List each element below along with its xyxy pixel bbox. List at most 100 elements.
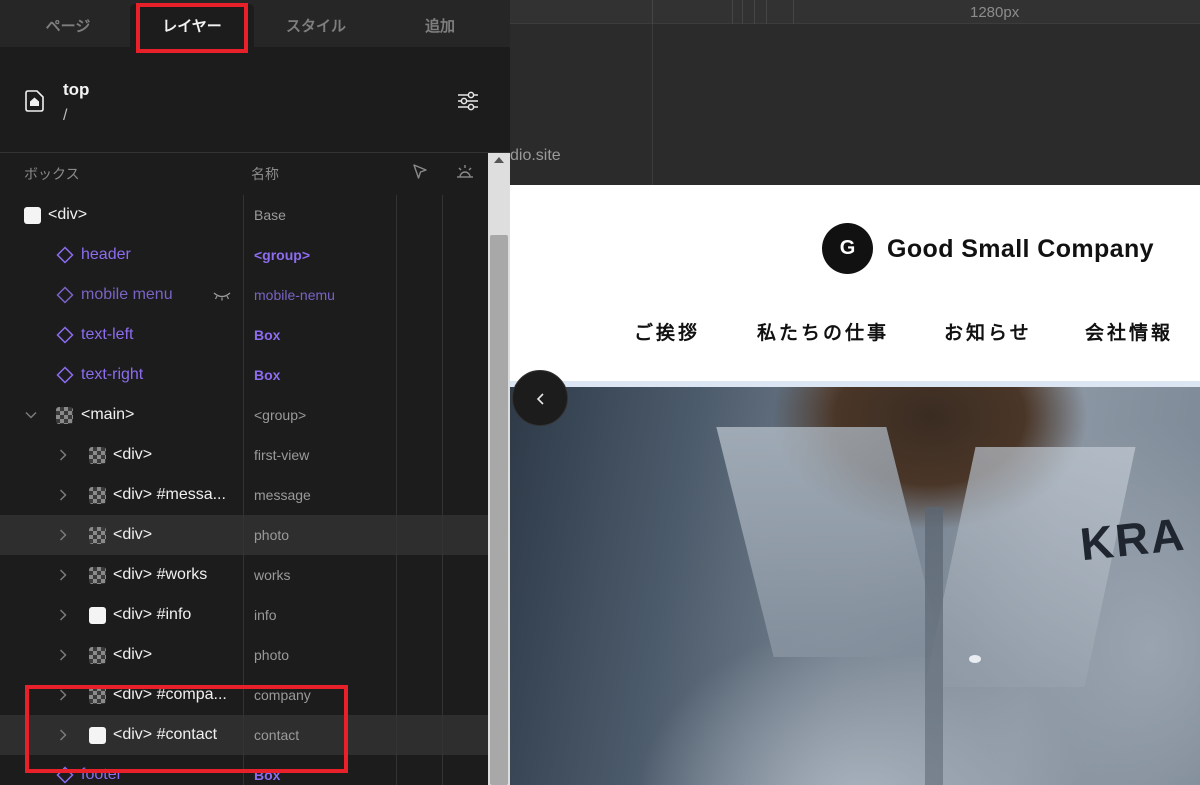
layer-row[interactable]: <div> first-view (0, 435, 488, 475)
nav-news[interactable]: お知らせ (944, 318, 1032, 345)
layer-label: mobile menu (81, 286, 173, 303)
layer-label: <main> (81, 406, 135, 423)
chevron-down-icon[interactable] (24, 408, 38, 422)
nav-company-info[interactable]: 会社情報 (1085, 318, 1173, 345)
layer-name: contact (254, 727, 300, 743)
layer-name: Box (254, 367, 281, 383)
tab-add[interactable]: 追加 (378, 4, 502, 47)
chevron-right-icon[interactable] (56, 568, 70, 582)
checker-square-icon (89, 487, 106, 504)
layer-row[interactable]: <div> #info info (0, 595, 488, 635)
site-brand-name[interactable]: Good Small Company (887, 235, 1154, 264)
site-logo[interactable]: G (822, 223, 873, 274)
canvas-guide-line (652, 24, 653, 185)
diamond-icon (56, 766, 74, 784)
layer-label: <div> #info (113, 606, 192, 623)
layer-label: <div> (113, 446, 153, 463)
chevron-right-icon[interactable] (56, 448, 70, 462)
box-square-icon (89, 607, 106, 624)
shirt-placket (925, 507, 943, 785)
layer-label: footer (81, 766, 122, 783)
layer-name: photo (254, 527, 290, 543)
layer-label: text-left (81, 326, 134, 343)
layer-label: text-right (81, 366, 144, 383)
diamond-icon (56, 246, 74, 264)
page-info (0, 47, 510, 153)
layer-name: <group> (254, 407, 307, 423)
viewport-width-label: 1280px (970, 4, 1020, 21)
ruler-tick (742, 0, 743, 24)
checker-square-icon (89, 527, 106, 544)
chevron-right-icon[interactable] (56, 688, 70, 702)
layer-name: Box (254, 327, 281, 343)
chevron-right-icon[interactable] (56, 528, 70, 542)
layer-row[interactable]: header <group> (0, 235, 488, 275)
checker-square-icon (89, 567, 106, 584)
ruler-tick (754, 0, 755, 24)
chevron-right-icon[interactable] (56, 488, 70, 502)
eye-closed-icon[interactable] (213, 291, 231, 301)
breakpoint-ruler[interactable] (510, 0, 1200, 24)
tab-layers[interactable]: レイヤー (130, 4, 254, 47)
checker-square-icon (89, 647, 106, 664)
layer-row[interactable]: footer Box (0, 755, 488, 785)
sunrise-icon[interactable] (455, 162, 475, 182)
layer-name: Box (254, 767, 281, 783)
layer-row[interactable]: mobile menu mobile-nemu (0, 275, 488, 315)
column-divider (396, 195, 397, 785)
layer-row[interactable]: text-left Box (0, 315, 488, 355)
tab-style[interactable]: スタイル (254, 4, 378, 47)
chevron-right-icon[interactable] (56, 648, 70, 662)
layer-label: <div> #works (113, 566, 208, 583)
layer-row[interactable]: <div> photo (0, 515, 488, 555)
tab-page[interactable]: ページ (6, 4, 130, 47)
layers-panel: ページ レイヤー スタイル 追加 top / ボックス 名称 <div> Bas… (0, 0, 510, 785)
scroll-up-arrow-icon[interactable] (492, 155, 506, 165)
ruler-tick (732, 0, 733, 24)
box-square-icon (24, 207, 41, 224)
layer-row[interactable]: <div> #compa... company (0, 675, 488, 715)
layer-row[interactable]: <div> Base (0, 195, 488, 235)
pointer-icon[interactable] (410, 162, 430, 182)
layer-tree: <div> Base header <group> mobile menu mo… (0, 195, 488, 785)
layer-row[interactable]: <div> #works works (0, 555, 488, 595)
column-box-header: ボックス (24, 167, 80, 183)
collapse-panel-button[interactable] (512, 370, 568, 426)
layer-label: <div> (113, 646, 153, 663)
layer-label: <div> (113, 526, 153, 543)
layer-name: photo (254, 647, 290, 663)
page-name: top (63, 80, 90, 99)
panel-tabs: ページ レイヤー スタイル 追加 (0, 0, 510, 47)
diamond-icon (56, 366, 74, 384)
shirt-logo-text: KRA (1077, 507, 1189, 571)
scrollbar-thumb[interactable] (490, 235, 508, 785)
column-name-header: 名称 (251, 167, 279, 183)
layer-row[interactable]: <div> #contact contact (0, 715, 488, 755)
box-square-icon (89, 727, 106, 744)
sliders-icon[interactable] (456, 89, 480, 113)
diamond-icon (56, 326, 74, 344)
page-path: / (63, 107, 68, 124)
chevron-right-icon[interactable] (56, 728, 70, 742)
ruler-tick (652, 0, 653, 24)
layer-name: works (254, 567, 291, 583)
layer-row[interactable]: text-right Box (0, 355, 488, 395)
checker-square-icon (89, 687, 106, 704)
layer-label: <div> (48, 206, 88, 223)
ruler-tick (766, 0, 767, 24)
hero-photo: KRA (510, 387, 1200, 785)
chevron-left-icon (536, 393, 544, 405)
layer-row[interactable]: <main> <group> (0, 395, 488, 435)
shirt-shape (716, 427, 944, 657)
layer-row[interactable]: <div> photo (0, 635, 488, 675)
chevron-right-icon[interactable] (56, 608, 70, 622)
column-divider (442, 195, 443, 785)
checker-square-icon (56, 407, 73, 424)
nav-greeting[interactable]: ご挨拶 (634, 318, 700, 345)
layer-row[interactable]: <div> #messa... message (0, 475, 488, 515)
layer-label: <div> #messa... (113, 486, 226, 503)
shirt-button (969, 655, 981, 663)
canvas-toolbar-area (510, 0, 1200, 185)
checker-square-icon (89, 447, 106, 464)
nav-our-work[interactable]: 私たちの仕事 (757, 318, 889, 345)
